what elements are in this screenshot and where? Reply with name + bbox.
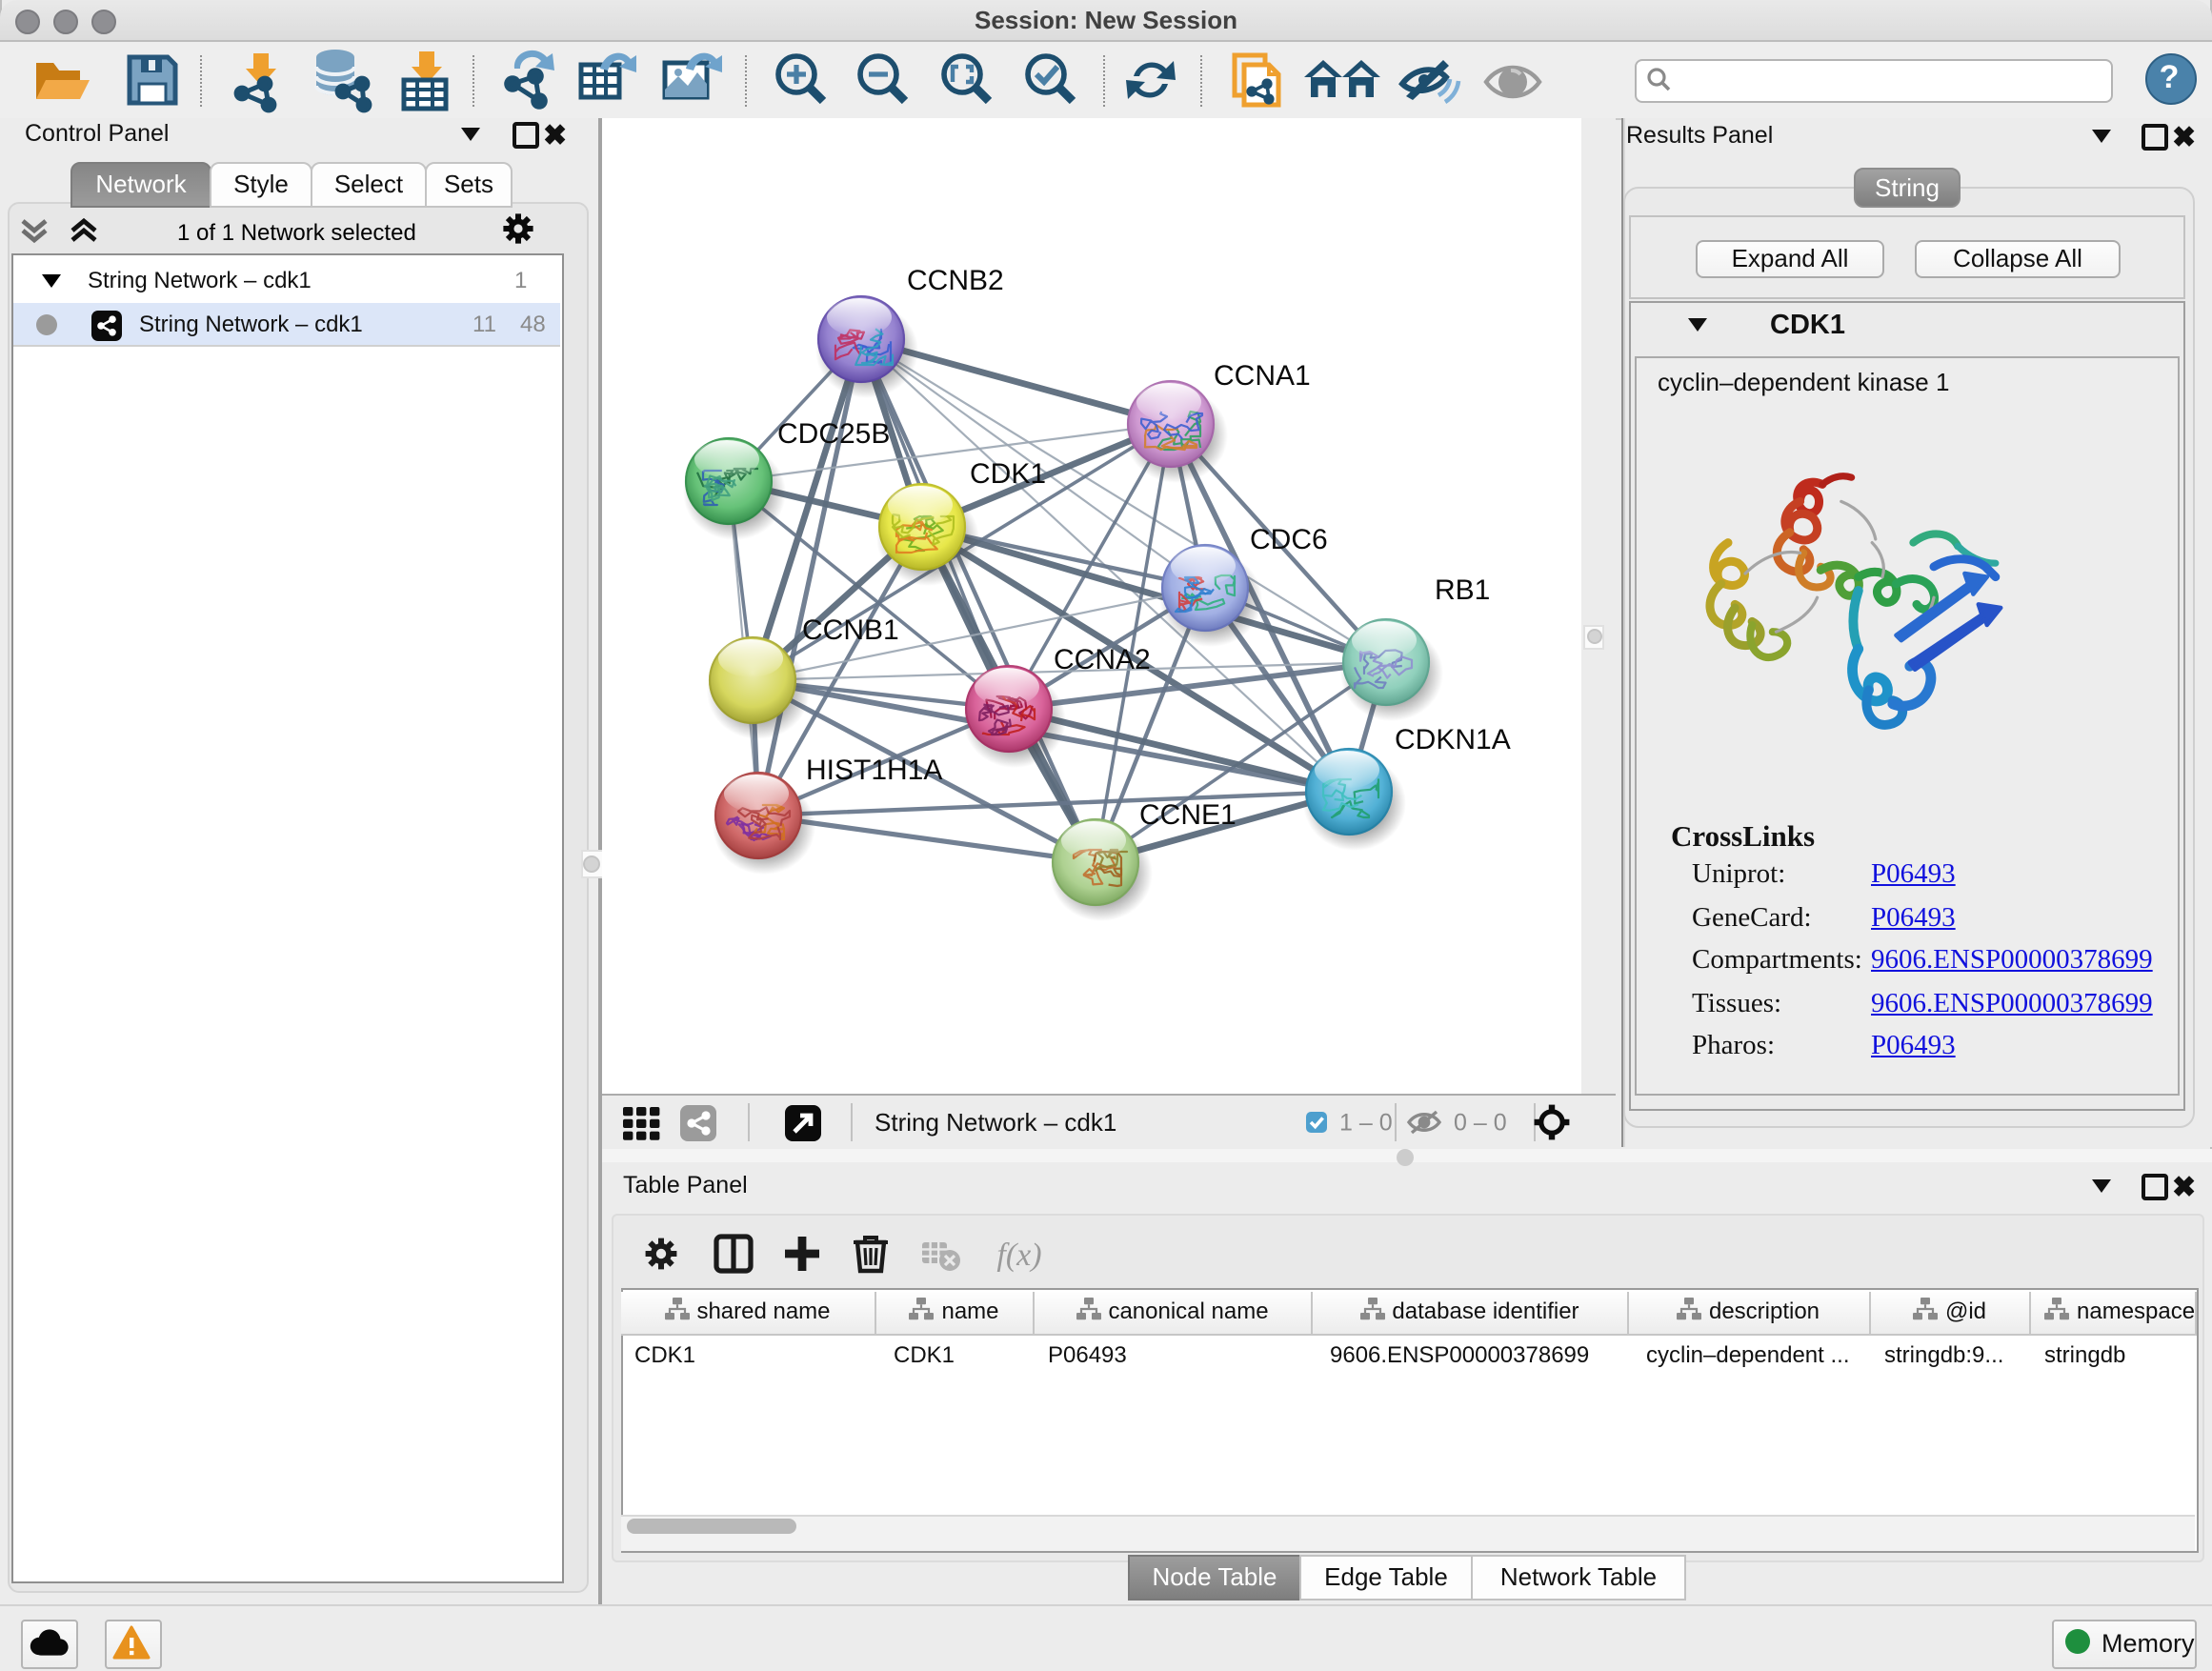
svg-text:CCNE1: CCNE1 xyxy=(1138,799,1236,831)
svg-text:CCNB2: CCNB2 xyxy=(906,265,1003,296)
svg-text:String Network – cdk1: String Network – cdk1 xyxy=(874,1107,1116,1136)
svg-text:CCNB1: CCNB1 xyxy=(801,614,898,646)
svg-text:f(x): f(x) xyxy=(996,1238,1041,1273)
svg-text:1 – 0: 1 – 0 xyxy=(1338,1109,1392,1136)
svg-text:RB1: RB1 xyxy=(1434,574,1489,606)
svg-text:CCNA1: CCNA1 xyxy=(1213,360,1310,392)
svg-text:HIST1H1A: HIST1H1A xyxy=(805,755,941,786)
svg-text:CDKN1A: CDKN1A xyxy=(1394,724,1510,755)
svg-text:CCNA2: CCNA2 xyxy=(1053,644,1150,675)
svg-text:CDK1: CDK1 xyxy=(969,458,1045,490)
svg-text:CDC6: CDC6 xyxy=(1249,524,1327,555)
svg-text:0 – 0: 0 – 0 xyxy=(1453,1109,1506,1136)
svg-text:CDC25B: CDC25B xyxy=(776,418,889,450)
